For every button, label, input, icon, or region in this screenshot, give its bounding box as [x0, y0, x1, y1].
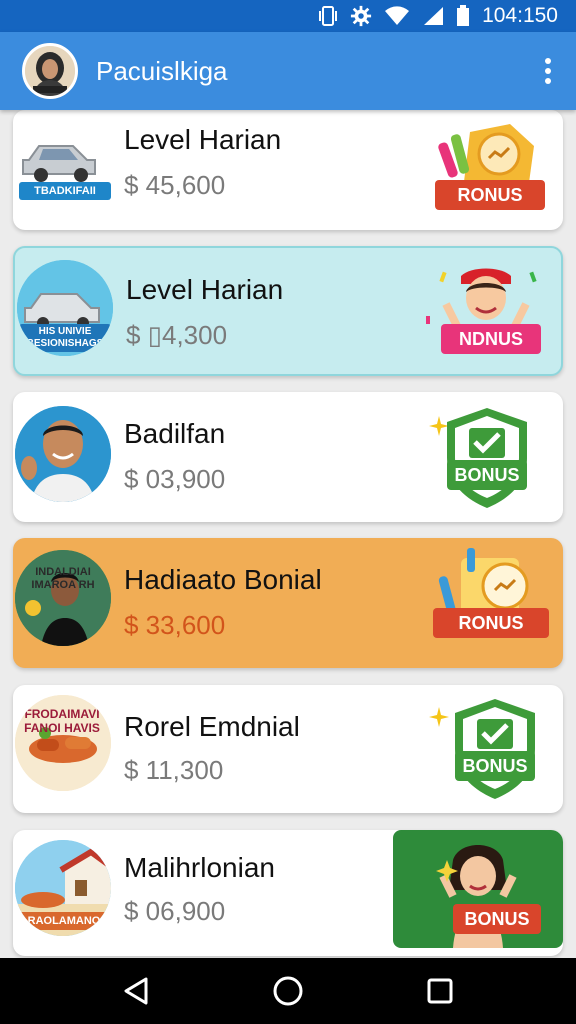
bonus-badge: NDNUS — [421, 256, 551, 366]
bonus-badge: BONUS — [447, 697, 543, 801]
profile-avatar[interactable] — [22, 43, 78, 99]
card-amount: $ ▯4,300 — [126, 320, 228, 350]
thumb-ribbon: FRODAIMAVI FANOI HAVIS — [24, 707, 100, 736]
card-amount: $ 03,900 — [124, 464, 226, 494]
app-title: Pacuislkiga — [96, 55, 228, 86]
card-amount: $ 11,300 — [124, 755, 224, 785]
card-title: Hadiaato Bonial — [124, 564, 322, 595]
thumb-ribbon: HIS UNIVIE BESIONISHAGS — [19, 324, 111, 352]
card-title: Level Harian — [126, 274, 284, 305]
recents-square-icon — [427, 978, 453, 1004]
card-title: Badilfan — [124, 418, 226, 449]
status-time: 104:150 — [482, 4, 558, 27]
settings-gear-icon — [350, 5, 372, 27]
trophy-chart-icon — [438, 548, 529, 626]
home-button[interactable] — [258, 961, 318, 1021]
bonus-badge: RONUS — [435, 118, 545, 218]
thumb-ribbon: TBADKIFAII — [19, 182, 111, 200]
card-title: Level Harian — [124, 124, 282, 155]
home-circle-icon — [273, 976, 303, 1006]
shield-check-icon — [455, 699, 535, 799]
bonus-ribbon: BONUS — [455, 751, 535, 781]
reward-card[interactable]: RAOLAMANO Malihrlonian $ 06,900 BONUS — [13, 830, 563, 956]
system-nav-bar — [0, 958, 576, 1024]
status-bar: 104:150 — [0, 0, 576, 32]
car-thumbnail: HIS UNIVIE BESIONISHAGS — [17, 260, 113, 356]
battery-icon — [457, 5, 470, 26]
bonus-ribbon: BONUS — [453, 904, 541, 934]
car-thumbnail: TBADKIFAII — [15, 120, 113, 210]
card-title: Malihrlonian — [124, 852, 275, 883]
bonus-promo-panel[interactable]: BONUS — [393, 830, 563, 948]
bonus-ribbon: RONUS — [433, 608, 549, 638]
vibrate-icon — [319, 6, 338, 26]
thumb-ribbon: INDALDIAI IMAROA RH — [31, 566, 95, 592]
shield-check-icon — [447, 408, 527, 508]
man-thumbnail — [15, 406, 111, 502]
app-bar: Pacuislkiga — [0, 32, 576, 110]
bonus-ribbon: BONUS — [447, 460, 527, 490]
card-title: Rorel Emdnial — [124, 711, 300, 742]
reward-card[interactable]: INDALDIAI IMAROA RH Hadiaato Bonial $ 33… — [13, 538, 563, 668]
reward-card[interactable]: Badilfan $ 03,900 BONUS — [13, 392, 563, 522]
cell-signal-icon — [424, 7, 444, 25]
reward-list: TBADKIFAII Level Harian $ 45,600 RONUS H… — [0, 110, 576, 958]
bonus-badge: BONUS — [439, 406, 535, 510]
recents-button[interactable] — [410, 961, 470, 1021]
bonus-badge: RONUS — [433, 546, 549, 658]
back-button[interactable] — [106, 961, 166, 1021]
food-thumbnail: FRODAIMAVI FANOI HAVIS — [15, 695, 111, 791]
card-amount: $ 45,600 — [124, 170, 226, 200]
overflow-menu-button[interactable] — [528, 43, 568, 99]
reward-card[interactable]: HIS UNIVIE BESIONISHAGS Level Harian $ ▯… — [13, 246, 563, 376]
card-amount: $ 33,600 — [124, 610, 226, 640]
thumb-ribbon: RAOLAMANO — [19, 912, 109, 930]
wifi-icon — [385, 6, 410, 26]
card-amount: $ 06,900 — [124, 896, 226, 926]
house-thumbnail: RAOLAMANO — [15, 840, 111, 936]
bonus-ribbon: NDNUS — [441, 324, 541, 354]
reward-card[interactable]: FRODAIMAVI FANOI HAVIS Rorel Emdnial $ 1… — [13, 685, 563, 813]
woman-flowers-thumbnail: INDALDIAI IMAROA RH — [15, 550, 111, 646]
bonus-ribbon: RONUS — [435, 180, 545, 210]
reward-card[interactable]: TBADKIFAII Level Harian $ 45,600 RONUS — [13, 110, 563, 230]
sparkle-icon — [429, 707, 449, 727]
back-triangle-icon — [124, 977, 148, 1005]
